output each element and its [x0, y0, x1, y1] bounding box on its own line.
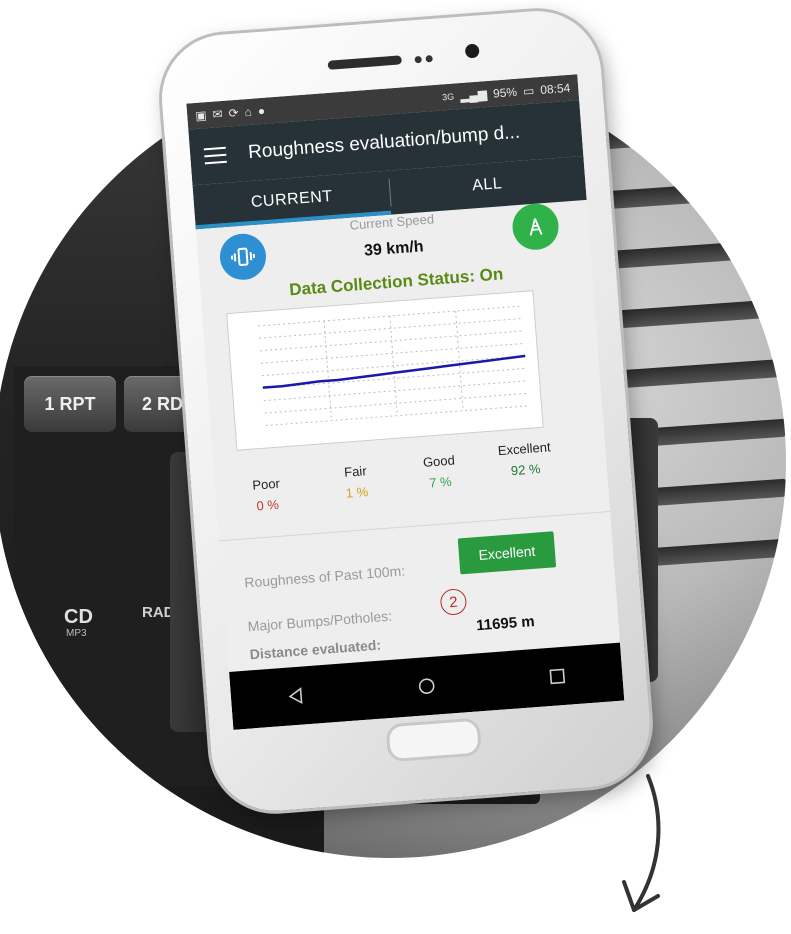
- roughness-value-button[interactable]: Excellent: [457, 531, 557, 575]
- app-title: Roughness evaluation/bump d...: [247, 121, 521, 164]
- network-type: 3G: [441, 91, 455, 103]
- chart-gridline-h: [262, 367, 527, 389]
- status-right: 3G ▂▄▆ 95% ▭ 08:54: [442, 81, 571, 105]
- menu-icon[interactable]: [203, 146, 227, 165]
- clock: 08:54: [539, 80, 571, 98]
- chart-gridline-h: [265, 405, 529, 427]
- image-icon: ▣: [194, 108, 208, 123]
- location-icon: ●: [257, 103, 266, 119]
- legend-excellent-value: 92 %: [510, 461, 542, 479]
- legend-fair-value: 1 %: [345, 484, 369, 501]
- nav-back[interactable]: [285, 684, 309, 708]
- distance-value: 11695 m: [475, 612, 536, 635]
- scene: 1 RPT 2 RDM CD MP3 RADIO ▣ ✉ ⟳ ⌂ ● 3G ▂▄…: [0, 0, 791, 934]
- lock-icon: ⌂: [244, 104, 253, 120]
- nav-home[interactable]: [415, 674, 439, 698]
- legend-good-value: 7 %: [428, 473, 453, 491]
- vibration-button[interactable]: [218, 232, 268, 282]
- roughness-chart-svg: [258, 305, 529, 427]
- recents-icon: [549, 668, 565, 685]
- distance-label: Distance evaluated:: [249, 636, 382, 663]
- legend-good: Good 7 %: [393, 450, 485, 493]
- legend-poor-value: 0 %: [255, 496, 280, 514]
- chart-gridline-v: [389, 315, 398, 416]
- legend-excellent: Excellent 92 %: [479, 438, 571, 481]
- mail-icon: ✉: [212, 106, 224, 122]
- battery-icon: ▭: [522, 83, 535, 99]
- cd-sub-label: MP3: [66, 628, 87, 639]
- chart-gridline-v: [323, 320, 333, 421]
- bumps-count-badge: 2: [439, 588, 468, 616]
- phone: ▣ ✉ ⟳ ⌂ ● 3G ▂▄▆ 95% ▭ 08:54 Roughness e…: [157, 6, 655, 816]
- radio-button-1: 1 RPT: [24, 376, 116, 432]
- legend-poor: Poor 0 %: [221, 473, 313, 516]
- sensor-dots: [414, 49, 439, 64]
- quality-legend: Poor 0 % Fair 1 % Good 7 % Excellent 92 …: [214, 438, 609, 530]
- roughness-chart: [226, 290, 544, 451]
- gps-tower-icon: [529, 218, 543, 236]
- phone-screen: ▣ ✉ ⟳ ⌂ ● 3G ▂▄▆ 95% ▭ 08:54 Roughness e…: [186, 74, 625, 730]
- cd-label: CD: [64, 606, 93, 628]
- signal-icon: ▂▄▆: [459, 87, 488, 104]
- legend-good-label: Good: [422, 452, 456, 470]
- back-icon: [288, 687, 303, 705]
- home-icon: [418, 678, 435, 695]
- curved-arrow: [622, 774, 661, 912]
- legend-excellent-label: Excellent: [497, 439, 552, 459]
- nav-recents[interactable]: [545, 665, 569, 689]
- sync-icon: ⟳: [228, 105, 240, 121]
- battery-level: 95%: [492, 84, 518, 101]
- bumps-label: Major Bumps/Potholes:: [247, 607, 393, 635]
- notification-icons: ▣ ✉ ⟳ ⌂ ●: [195, 104, 266, 123]
- chart-gridline-h: [259, 318, 523, 339]
- main-content: Current Speed 39 km/h Data Collection St…: [196, 200, 617, 662]
- roughness-label: Roughness of Past 100m:: [243, 562, 406, 591]
- chart-gridline-h: [264, 392, 529, 414]
- physical-home-button[interactable]: [385, 717, 483, 763]
- legend-poor-label: Poor: [251, 475, 281, 493]
- vibration-icon: [230, 247, 256, 266]
- legend-fair: Fair 1 %: [310, 461, 402, 504]
- legend-fair-label: Fair: [343, 463, 368, 480]
